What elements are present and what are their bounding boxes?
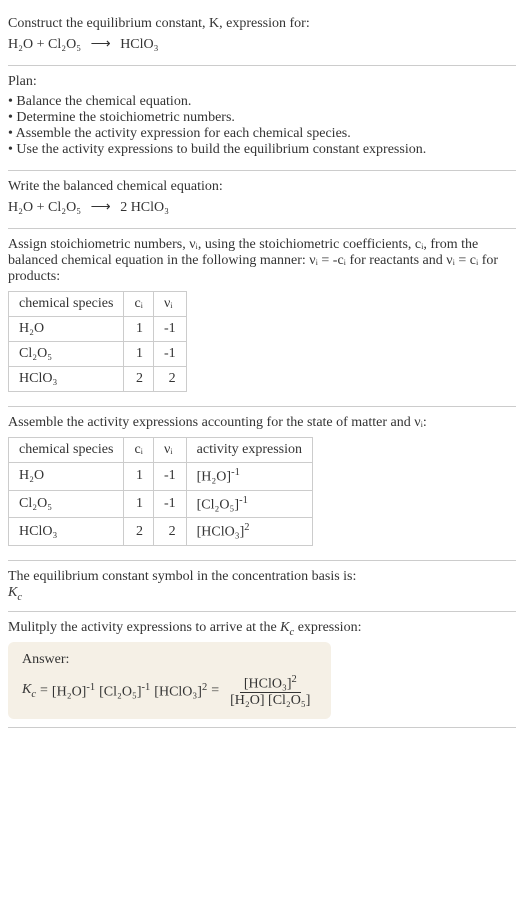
frac-denominator: [H₂O] [Cl₂O₅] xyxy=(226,693,314,709)
term-pow: 2 xyxy=(202,682,207,693)
cell-v: -1 xyxy=(153,490,186,518)
cell-v: 2 xyxy=(153,367,186,392)
table-row: HClO₃ 2 2 [HClO₃]2 xyxy=(9,518,313,546)
plan-item: Use the activity expressions to build th… xyxy=(8,142,516,158)
balanced-section: Write the balanced chemical equation: H₂… xyxy=(8,171,516,229)
plan-list: Balance the chemical equation. Determine… xyxy=(8,94,516,158)
expr-base: [HClO₃] xyxy=(197,525,245,540)
arrow-icon: ⟶ xyxy=(85,37,117,52)
answer-label: Answer: xyxy=(22,652,317,668)
balanced-equation: H₂O + Cl₂O₅ ⟶ 2 HClO₃ xyxy=(8,199,516,216)
col-header: νᵢ xyxy=(153,292,186,317)
cell-species: H₂O xyxy=(9,317,124,342)
plan-title: Plan: xyxy=(8,74,516,90)
term-base: [H₂O] xyxy=(52,685,86,700)
num-base: [HClO₃] xyxy=(244,676,292,691)
cell-expr: [H₂O]-1 xyxy=(186,463,312,491)
cell-c: 1 xyxy=(124,490,154,518)
intro-section: Construct the equilibrium constant, K, e… xyxy=(8,8,516,66)
cell-c: 1 xyxy=(124,342,154,367)
arrow-icon: ⟶ xyxy=(85,200,117,215)
cell-c: 1 xyxy=(124,317,154,342)
multiply-text: Mulitply the activity expressions to arr… xyxy=(8,620,516,638)
activity-title: Assemble the activity expressions accoun… xyxy=(8,415,516,431)
term1: [H₂O]-1 xyxy=(52,682,95,701)
expr-pow: -1 xyxy=(239,495,248,506)
term-pow: -1 xyxy=(86,682,95,693)
cell-species: H₂O xyxy=(9,463,124,491)
answer-lhs: Kc xyxy=(22,682,36,700)
table-row: H₂O 1 -1 xyxy=(9,317,187,342)
plan-section: Plan: Balance the chemical equation. Det… xyxy=(8,66,516,171)
table-row: H₂O 1 -1 [H₂O]-1 xyxy=(9,463,313,491)
cell-v: -1 xyxy=(153,317,186,342)
cell-species: HClO₃ xyxy=(9,518,124,546)
cell-c: 2 xyxy=(124,367,154,392)
expr-base: [H₂O] xyxy=(197,470,231,485)
col-header: νᵢ xyxy=(153,438,186,463)
cell-v: -1 xyxy=(153,342,186,367)
col-header: chemical species xyxy=(9,292,124,317)
term2: [Cl₂O₅]-1 xyxy=(99,682,150,701)
balanced-left: H₂O + Cl₂O₅ xyxy=(8,200,81,215)
symbol-value: Kc xyxy=(8,585,516,603)
col-header: chemical species xyxy=(9,438,124,463)
term-pow: -1 xyxy=(142,682,151,693)
plan-item: Assemble the activity expression for eac… xyxy=(8,126,516,142)
cell-v: -1 xyxy=(153,463,186,491)
intro-equation: H₂O + Cl₂O₅ ⟶ HClO₃ xyxy=(8,36,516,53)
activity-section: Assemble the activity expressions accoun… xyxy=(8,407,516,561)
plan-item: Determine the stoichiometric numbers. xyxy=(8,110,516,126)
intro-text-part: Construct the equilibrium constant, K, e… xyxy=(8,16,310,31)
table-row: Cl₂O₅ 1 -1 [Cl₂O₅]-1 xyxy=(9,490,313,518)
activity-table: chemical species cᵢ νᵢ activity expressi… xyxy=(8,437,313,546)
plan-item: Balance the chemical equation. xyxy=(8,94,516,110)
col-header: activity expression xyxy=(186,438,312,463)
intro-eq-right: HClO₃ xyxy=(120,37,158,52)
balanced-right: 2 HClO₃ xyxy=(120,200,169,215)
symbol-section: The equilibrium constant symbol in the c… xyxy=(8,561,516,612)
balanced-title: Write the balanced chemical equation: xyxy=(8,179,516,195)
term3: [HClO₃]2 xyxy=(154,682,207,701)
answer-box: Answer: Kc = [H₂O]-1 [Cl₂O₅]-1 [HClO₃]2 … xyxy=(8,642,331,720)
expr-pow: 2 xyxy=(244,522,249,533)
stoich-section: Assign stoichiometric numbers, νᵢ, using… xyxy=(8,229,516,407)
stoich-text: Assign stoichiometric numbers, νᵢ, using… xyxy=(8,237,516,285)
multiply-section: Mulitply the activity expressions to arr… xyxy=(8,612,516,728)
cell-expr: [Cl₂O₅]-1 xyxy=(186,490,312,518)
table-row: HClO₃ 2 2 xyxy=(9,367,187,392)
cell-species: HClO₃ xyxy=(9,367,124,392)
fraction: [HClO₃]2 [H₂O] [Cl₂O₅] xyxy=(226,674,314,710)
col-header: cᵢ xyxy=(124,438,154,463)
stoich-table: chemical species cᵢ νᵢ H₂O 1 -1 Cl₂O₅ 1 … xyxy=(8,291,187,392)
cell-c: 1 xyxy=(124,463,154,491)
expr-base: [Cl₂O₅] xyxy=(197,497,239,512)
table-row: Cl₂O₅ 1 -1 xyxy=(9,342,187,367)
num-pow: 2 xyxy=(291,674,296,685)
cell-species: Cl₂O₅ xyxy=(9,490,124,518)
expr-pow: -1 xyxy=(231,467,240,478)
answer-formula: Kc = [H₂O]-1 [Cl₂O₅]-1 [HClO₃]2 = [HClO₃… xyxy=(22,674,317,710)
cell-species: Cl₂O₅ xyxy=(9,342,124,367)
cell-v: 2 xyxy=(153,518,186,546)
term-base: [Cl₂O₅] xyxy=(99,685,141,700)
cell-expr: [HClO₃]2 xyxy=(186,518,312,546)
symbol-text: The equilibrium constant symbol in the c… xyxy=(8,569,516,585)
intro-eq-left: H₂O + Cl₂O₅ xyxy=(8,37,81,52)
cell-c: 2 xyxy=(124,518,154,546)
col-header: cᵢ xyxy=(124,292,154,317)
eq-sign: = xyxy=(211,683,219,699)
eq-sign: = xyxy=(40,683,48,699)
term-base: [HClO₃] xyxy=(154,685,202,700)
intro-line1: Construct the equilibrium constant, K, e… xyxy=(8,16,516,32)
frac-numerator: [HClO₃]2 xyxy=(240,674,301,694)
table-header-row: chemical species cᵢ νᵢ xyxy=(9,292,187,317)
table-header-row: chemical species cᵢ νᵢ activity expressi… xyxy=(9,438,313,463)
